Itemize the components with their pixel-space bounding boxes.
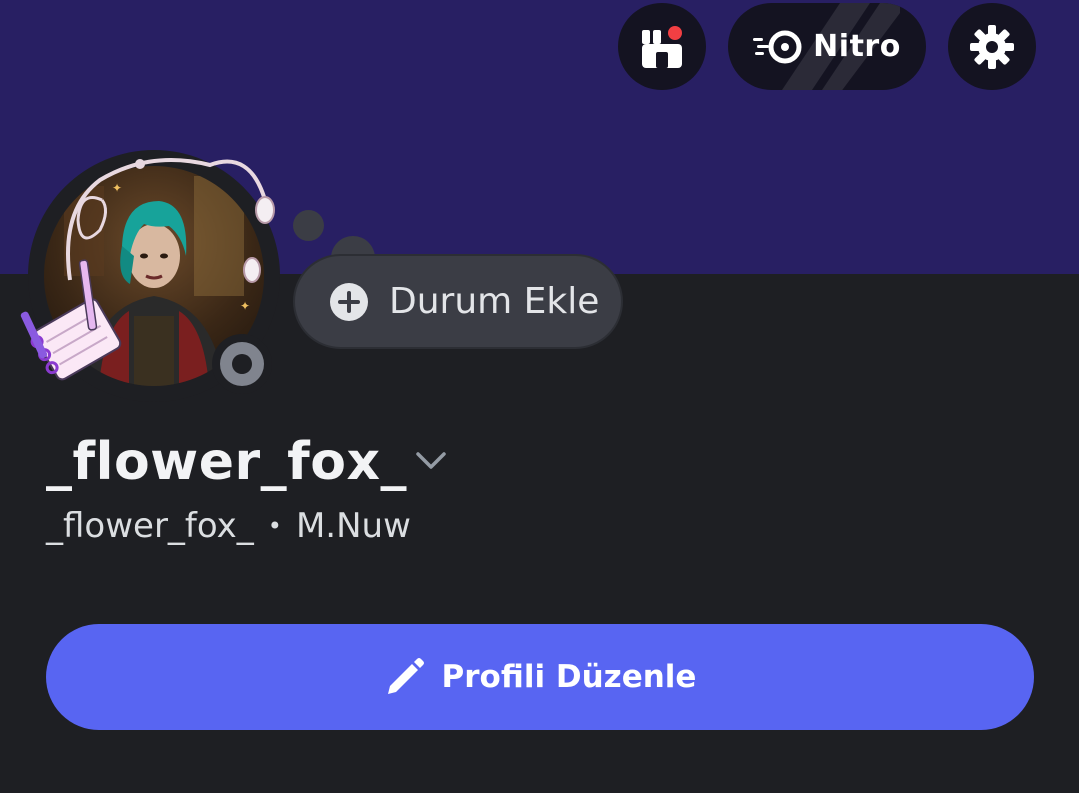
display-name: _flower_fox_ bbox=[46, 432, 408, 492]
gear-icon bbox=[970, 24, 1014, 69]
username-line: _flower_fox_ • M.Nuw bbox=[46, 506, 411, 546]
settings-button[interactable] bbox=[948, 3, 1036, 90]
nitro-button[interactable]: Nitro bbox=[728, 3, 926, 90]
shop-icon bbox=[642, 25, 682, 68]
nitro-icon bbox=[753, 30, 802, 63]
edit-profile-button[interactable]: Profili Düzenle bbox=[46, 624, 1034, 730]
pencil-icon bbox=[387, 658, 424, 694]
edit-profile-label: Profili Düzenle bbox=[441, 659, 697, 695]
add-status-label: Durum Ekle bbox=[389, 281, 600, 322]
pronouns: M.Nuw bbox=[295, 506, 411, 546]
thought-bubble-dot-small bbox=[293, 210, 324, 241]
plus-circle-icon bbox=[330, 282, 368, 321]
notification-badge bbox=[668, 25, 682, 40]
username: _flower_fox_ bbox=[46, 506, 254, 546]
offline-status-dot bbox=[220, 342, 264, 386]
nitro-label: Nitro bbox=[813, 29, 901, 64]
add-status-button[interactable]: Durum Ekle bbox=[293, 254, 623, 349]
shop-button[interactable] bbox=[618, 3, 706, 90]
profile-page: Nitro ✦ ✦ Durum Ekle _flower_fox_ _flowe… bbox=[0, 0, 1079, 793]
status-indicator[interactable] bbox=[212, 334, 272, 394]
chevron-down-icon[interactable] bbox=[414, 446, 448, 474]
separator: • bbox=[267, 512, 282, 540]
